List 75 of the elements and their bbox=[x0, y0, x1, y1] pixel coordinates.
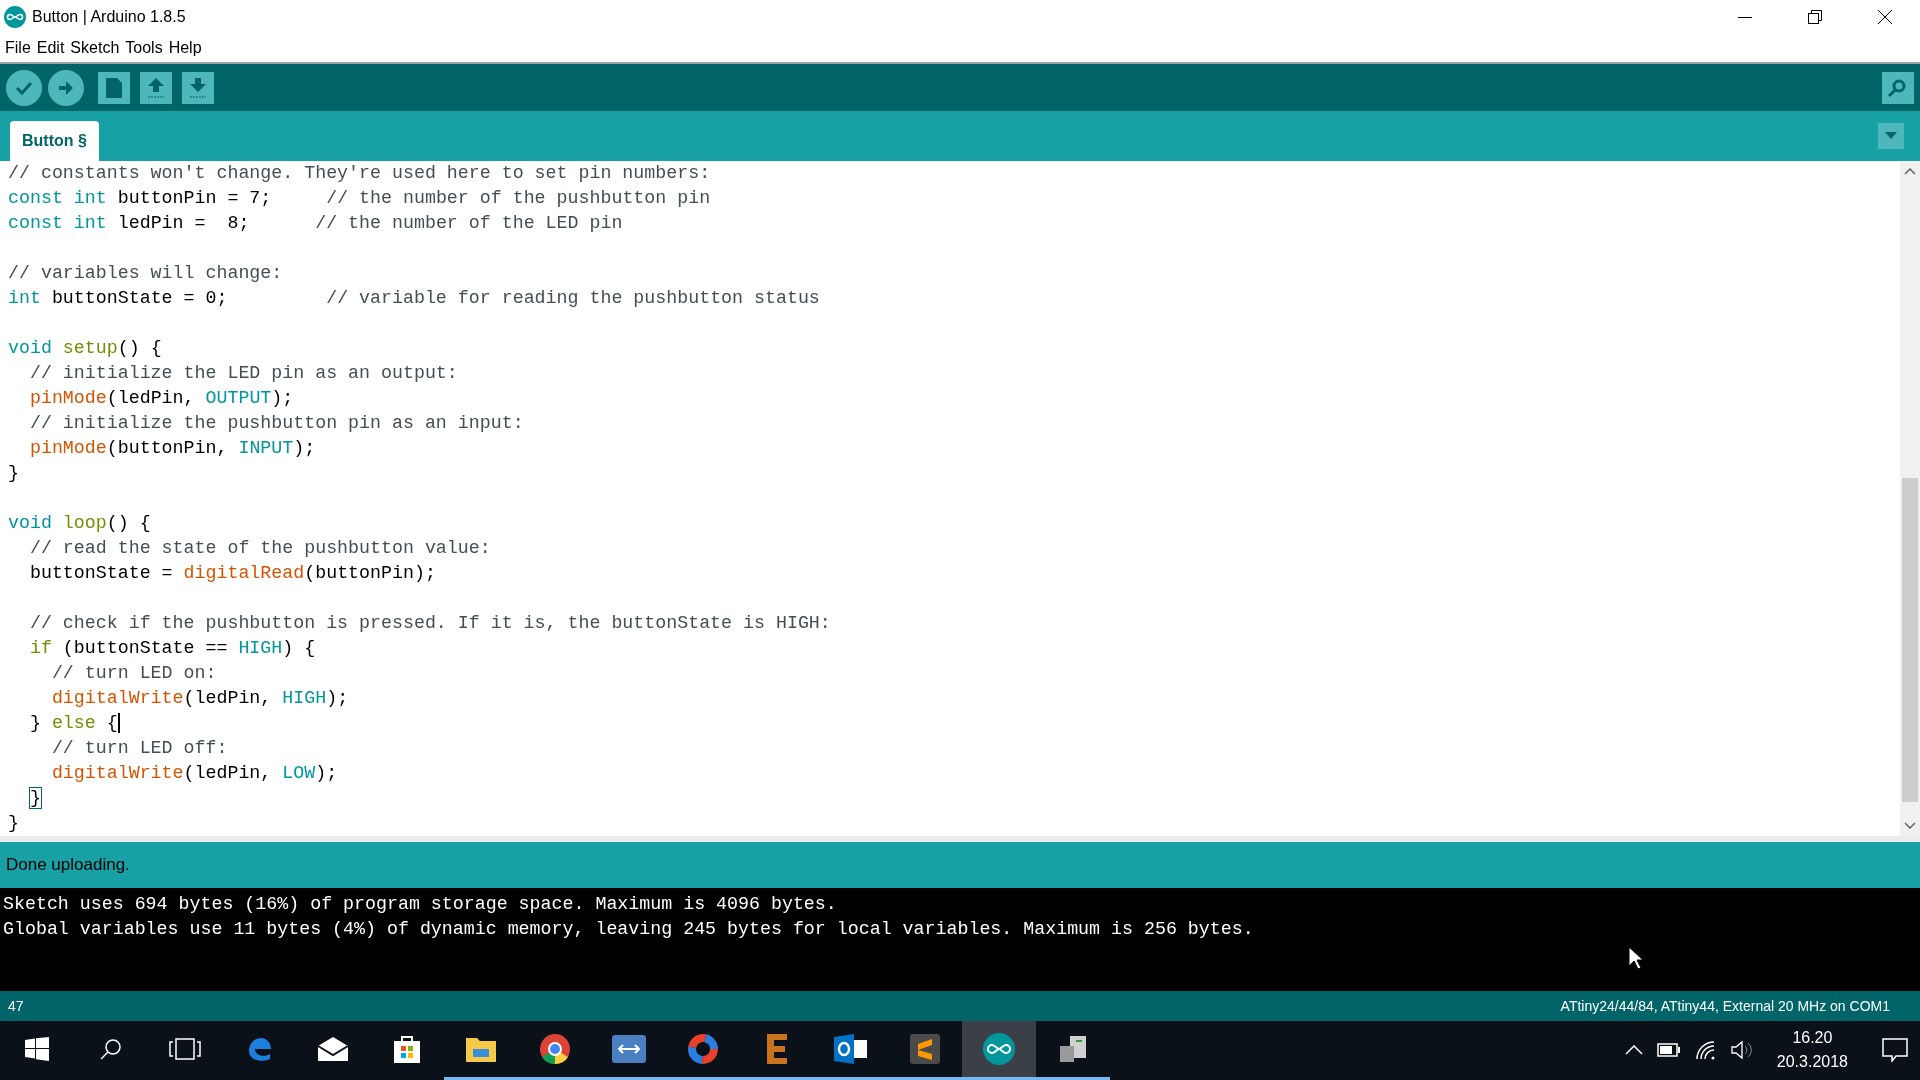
mouse-pointer-icon bbox=[1628, 945, 1644, 970]
code-line: } else { bbox=[28, 711, 118, 735]
chevron-up-icon[interactable] bbox=[1624, 1045, 1643, 1056]
code-line: // read the state of the pushbutton value: bbox=[28, 536, 491, 560]
menu-item[interactable]: Help bbox=[165, 38, 205, 57]
code-line: // initialize the pushbutton pin as an input: bbox=[28, 411, 524, 435]
code-line: // turn LED off: bbox=[50, 736, 228, 760]
speaker-icon[interactable] bbox=[1730, 1040, 1753, 1061]
serial-monitor-button[interactable] bbox=[1882, 71, 1914, 104]
code-line: void setup() { bbox=[8, 336, 162, 360]
arrow-up-icon bbox=[146, 76, 166, 99]
code-line: int buttonState = 0; // variable for reading the pushbutton status bbox=[8, 286, 820, 310]
code-line: // constants won't change. They're used here to set pin numbers: bbox=[8, 161, 711, 185]
taskbar-app-button[interactable] bbox=[962, 1020, 1036, 1080]
status-message: Done uploading. bbox=[6, 854, 130, 875]
code-line: } bbox=[28, 786, 41, 810]
document-icon bbox=[105, 76, 123, 99]
console-line: Global variables use 11 bytes (4%) of dynamic memory, leaving 245 bytes for local variables. Maximum is 256 bytes. bbox=[3, 917, 1255, 941]
code-line: } bbox=[8, 811, 19, 835]
color-ring-icon bbox=[687, 1032, 719, 1065]
tab-menu-button[interactable] bbox=[1878, 123, 1904, 150]
new-file-button[interactable] bbox=[98, 71, 130, 104]
code-line: const int ledPin = 8; // the number of the LED pin bbox=[8, 211, 623, 235]
sketch-tab[interactable]: Button § bbox=[10, 120, 99, 161]
shopping-bag-icon bbox=[392, 1033, 422, 1064]
code-line: if (buttonState == HIGH) { bbox=[28, 636, 316, 660]
code-line: digitalWrite(ledPin, LOW); bbox=[50, 761, 338, 785]
code-line: } bbox=[8, 461, 19, 485]
code-line: // initialize the LED pin as an output: bbox=[28, 361, 458, 385]
upload-button[interactable] bbox=[48, 69, 84, 106]
code-line: digitalWrite(ledPin, HIGH); bbox=[50, 686, 349, 710]
code-line: const int buttonPin = 7; // the number of the pushbutton pin bbox=[8, 186, 711, 210]
infinity-logo-icon bbox=[982, 1031, 1016, 1066]
window-title: Button | Arduino 1.8.5 bbox=[32, 8, 187, 26]
verify-button[interactable] bbox=[6, 69, 42, 106]
wifi-icon[interactable] bbox=[1694, 1040, 1717, 1061]
search-icon bbox=[99, 1036, 123, 1061]
chrome-ball-icon bbox=[539, 1032, 571, 1065]
envelope-icon bbox=[317, 1035, 349, 1062]
task-view-icon bbox=[169, 1037, 201, 1060]
menu-item[interactable]: File bbox=[2, 38, 34, 57]
battery-icon[interactable] bbox=[1656, 1043, 1681, 1058]
clock-time: 16.20 bbox=[1792, 1029, 1833, 1048]
code-line: void loop() { bbox=[8, 511, 151, 535]
clock[interactable]: 16.20 20.3.2018 bbox=[1776, 1029, 1848, 1072]
code-line: // turn LED on: bbox=[50, 661, 217, 685]
close-icon bbox=[1878, 10, 1892, 24]
caret-down-icon bbox=[1885, 132, 1897, 141]
minimize-icon bbox=[1738, 16, 1752, 18]
windows-logo-icon bbox=[25, 1036, 49, 1061]
code-line: // check if the pushbutton is pressed. If it is, the buttonState is HIGH: bbox=[28, 611, 831, 635]
menu-item[interactable]: Sketch bbox=[67, 38, 123, 57]
s-tile-icon bbox=[910, 1033, 940, 1064]
board-info: ATtiny24/44/84, ATtiny44, External 20 MHz on COM1 bbox=[1560, 997, 1890, 1014]
speech-bubble-icon[interactable] bbox=[1882, 1038, 1908, 1063]
console-line: Sketch uses 694 bytes (16%) of program storage space. Maximum is 4096 bytes. bbox=[3, 892, 838, 916]
code-line: pinMode(ledPin, OUTPUT); bbox=[28, 386, 294, 410]
save-button[interactable] bbox=[182, 71, 214, 104]
open-button[interactable] bbox=[140, 71, 172, 104]
app-logo-icon bbox=[4, 6, 26, 28]
scroll-up-icon[interactable] bbox=[1904, 166, 1916, 175]
clock-date: 20.3.2018 bbox=[1776, 1053, 1848, 1072]
code-line: buttonState = digitalRead(buttonPin); bbox=[28, 561, 436, 585]
wooden-e-icon bbox=[765, 1032, 789, 1065]
monitor-arrows-icon bbox=[611, 1033, 647, 1064]
restore-icon bbox=[1808, 10, 1822, 24]
code-line: // variables will change: bbox=[8, 261, 283, 285]
mail-o-icon bbox=[834, 1033, 868, 1064]
menu-item[interactable]: Edit bbox=[33, 38, 68, 57]
arrow-down-icon bbox=[188, 76, 208, 99]
code-line: pinMode(buttonPin, INPUT); bbox=[28, 436, 316, 460]
scroll-down-icon[interactable] bbox=[1904, 821, 1916, 830]
menu-item[interactable]: Tools bbox=[122, 38, 166, 57]
scrollbar-thumb[interactable] bbox=[1902, 477, 1918, 802]
line-number: 47 bbox=[8, 997, 24, 1014]
